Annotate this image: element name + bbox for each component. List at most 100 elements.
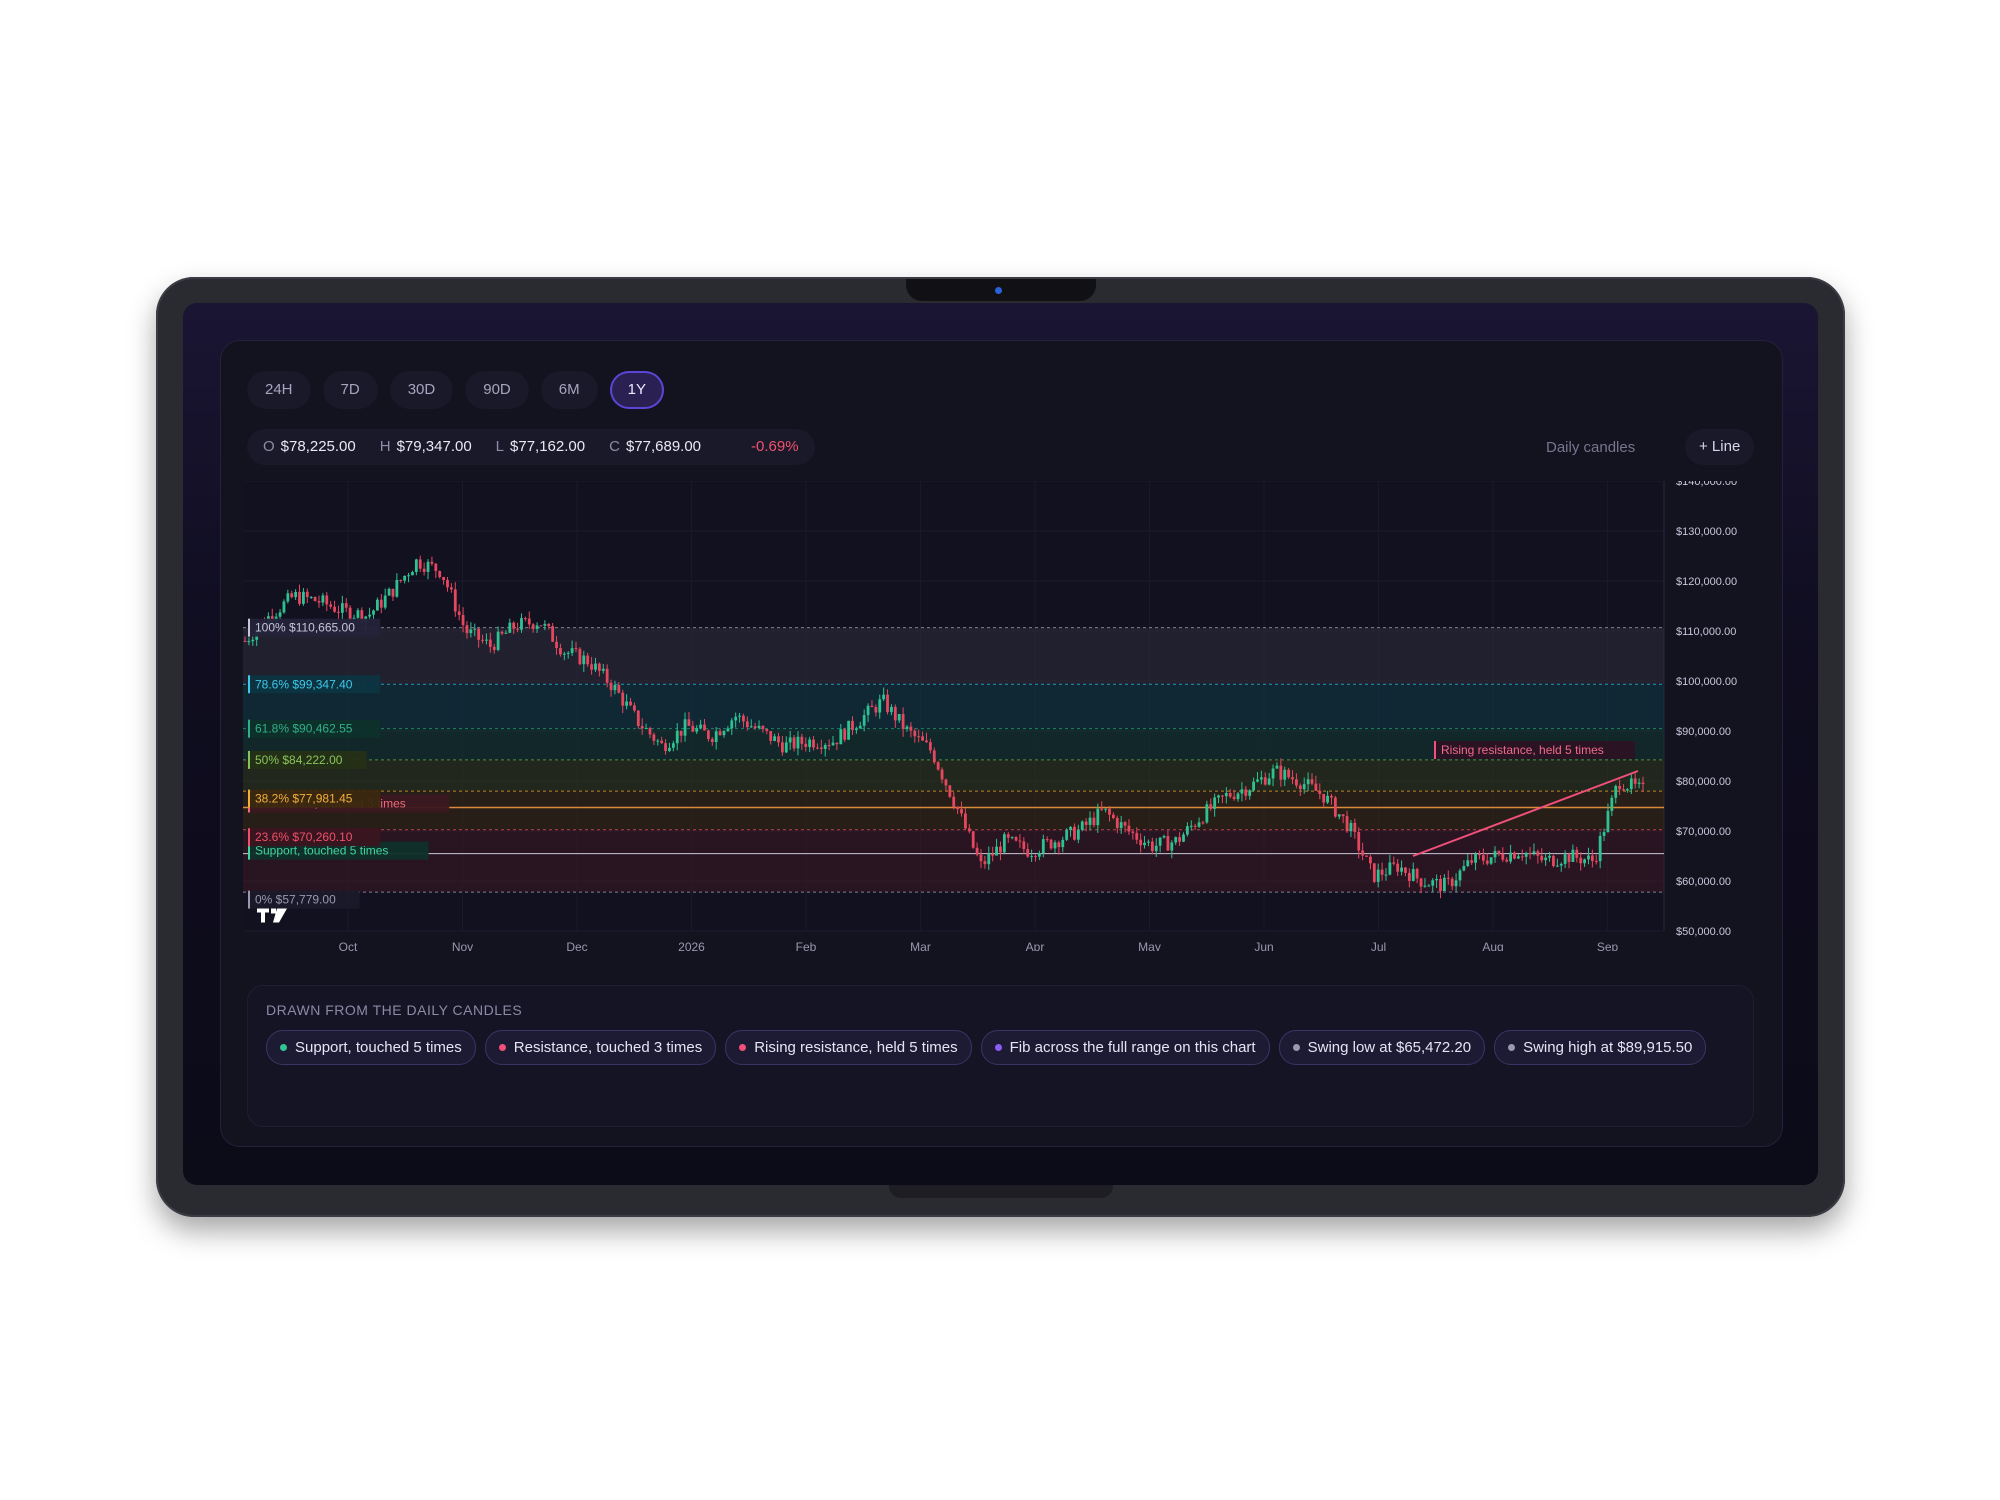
tab-24h[interactable]: 24H [247,371,311,409]
candle-body [298,591,301,604]
candle-body [1505,859,1509,862]
candle-body [1524,853,1528,857]
candle-body [1474,853,1477,863]
y-tick-label: $50,000.00 [1676,926,1731,938]
candle-body [1038,853,1041,857]
candle-body [991,853,995,856]
candle-body [812,739,815,748]
candle-body [473,628,477,630]
candle-body [1485,860,1489,864]
candle-body [870,705,874,708]
candle-body [1026,849,1030,857]
candle-body [1384,874,1388,876]
open-label: O [263,438,275,455]
chip-fib[interactable]: Fib across the full range on this chart [980,1030,1270,1065]
change-percent: -0.69% [751,438,799,455]
candle-body [703,724,706,731]
x-tick-label: Oct [339,940,358,951]
candle-body [971,831,975,848]
candle-body [777,736,780,743]
candle-body [621,692,625,706]
tab-90d[interactable]: 90D [465,371,529,409]
chip-support[interactable]: Support, touched 5 times [266,1030,476,1065]
candle-body [1501,853,1505,860]
candle-body [1271,768,1275,779]
x-tick-label: 2026 [678,940,705,951]
y-tick-label: $130,000.00 [1676,526,1737,538]
candle-body [523,618,527,620]
candle-body [1256,779,1259,782]
candle-body [1002,834,1006,853]
candle-body [1096,808,1100,826]
add-line-button[interactable]: + Line [1685,429,1755,465]
candle-body [788,737,792,743]
candle-body [1528,853,1532,855]
candle-body [784,742,788,753]
candle-body [745,721,749,728]
candle-body [1041,839,1045,854]
candle-body [636,710,640,727]
candle-body [695,728,699,732]
fib-band [243,627,1664,685]
candle-body [995,846,998,856]
candle-body [613,685,617,691]
candle-body [1548,855,1551,858]
chip-resistance[interactable]: Resistance, touched 3 times [484,1030,717,1065]
chip-dot-icon [739,1044,747,1051]
price-chart[interactable]: $140,000.00 $130,000.00 $120,000.00 $110,00… [243,476,1773,956]
tab-1y[interactable]: 1Y [609,371,664,409]
candle-body [710,739,714,743]
candle-body [1275,765,1279,769]
chip-dot-icon [280,1044,287,1051]
chip-rising-resistance[interactable]: Rising resistance, held 5 times [725,1030,972,1065]
candle-body [1602,832,1606,836]
candle-body [691,725,695,732]
candle-body [578,648,582,665]
tab-6m[interactable]: 6M [540,371,598,409]
tab-7d[interactable]: 7D [322,371,378,409]
candle-body [1193,825,1197,827]
candle-body [1104,808,1108,810]
candle-body [1236,793,1240,800]
candle-body [664,743,667,752]
chart-panel: 24H 7D 30D 90D 6M 1Y O $78,225.00 H $79,… [220,340,1783,1147]
y-tick-label: $120,000.00 [1676,576,1737,588]
candle-body [418,559,422,569]
candle-body [1022,841,1026,850]
candle-body [1540,855,1544,861]
candle-body [1341,814,1345,817]
candle-body [718,731,722,736]
candle-body [633,705,636,711]
candle-body [944,779,948,786]
candle-body [317,601,321,603]
candle-body [1080,821,1084,830]
candle-body [1567,854,1571,862]
x-tick-label: May [1138,940,1161,951]
candle-body [313,597,317,602]
candle-body [481,639,484,641]
candle-body [1333,797,1337,817]
candle-body [403,575,407,581]
x-tick-label: Jul [1371,940,1386,951]
candle-body [601,668,605,671]
candle-body [1583,859,1586,864]
tab-30d[interactable]: 30D [389,371,454,409]
y-tick-label: $110,000.00 [1676,626,1736,638]
candle-body [1622,789,1625,791]
candle-body [1201,822,1205,824]
candle-body [707,730,710,740]
candle-body [1232,796,1236,800]
candle-body [656,740,660,742]
candle-body [975,847,979,855]
candle-body [1127,825,1131,832]
chip-swing-high[interactable]: Swing high at $89,915.50 [1494,1030,1707,1065]
candle-body [1345,816,1349,832]
candle-body [1423,885,1427,887]
candle-body [1014,837,1018,841]
candle-body [1618,786,1622,790]
candle-body [1587,855,1590,860]
candle-body [605,668,609,683]
chart-svg[interactable]: $140,000.00 $130,000.00 $120,000.00 $110,00… [243,476,1773,954]
chip-swing-low[interactable]: Swing low at $65,472.20 [1278,1030,1486,1065]
candle-body [1626,789,1629,791]
